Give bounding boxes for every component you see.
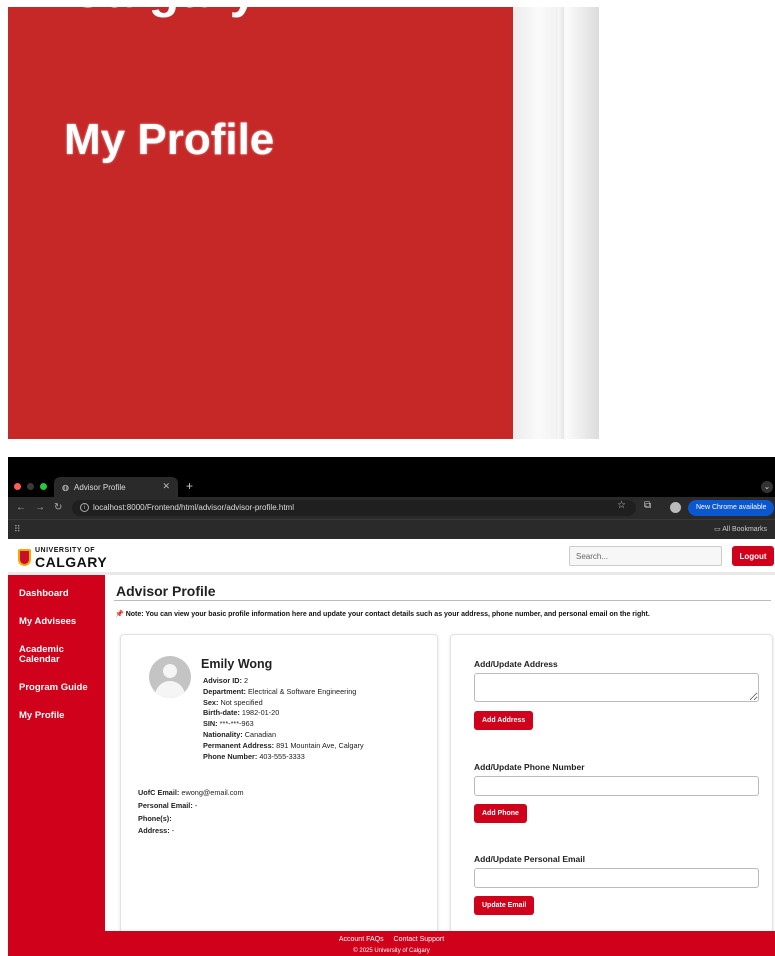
tab-search-icon[interactable]: ⌄	[761, 481, 773, 493]
bookmark-star-icon[interactable]: ☆	[617, 500, 626, 511]
zoomed-page-edge-shadow	[558, 7, 564, 439]
contact-support-link[interactable]: Contact Support	[394, 936, 445, 943]
profile-details: Advisor ID: 2 Department: Electrical & S…	[203, 676, 364, 762]
profile-avatar-icon[interactable]	[670, 502, 681, 513]
address-label: Add/Update Address	[474, 659, 558, 669]
sidebar-item-academic-calendar[interactable]: Academic Calendar	[8, 645, 78, 665]
globe-icon: ◍	[62, 482, 69, 492]
note-text: Note: You can view your basic profile in…	[125, 611, 650, 618]
new-tab-icon[interactable]: +	[186, 479, 193, 493]
site-header: UNIVERSITY OF CALGARY Logout	[8, 539, 775, 575]
folder-icon: ▭	[714, 526, 721, 533]
university-logo[interactable]: UNIVERSITY OF CALGARY	[18, 546, 107, 569]
contact-personal-email: Personal Email: -	[138, 800, 198, 810]
sidebar: Dashboard My Advisees Academic Calendar …	[8, 575, 105, 931]
logo-big-text: CALGARY	[35, 554, 108, 570]
back-icon[interactable]: ←	[16, 502, 26, 513]
zoomed-my-profile-title: My Profile	[64, 115, 275, 164]
address-textarea[interactable]	[474, 673, 759, 702]
add-address-button[interactable]: Add Address	[474, 711, 534, 730]
tab-bar: ◍ Advisor Profile ✕ + ⌄	[8, 457, 775, 497]
zoomed-partial-heading: Calgary	[68, 7, 258, 19]
zoomed-page-edge	[513, 7, 599, 439]
page-title: Advisor Profile	[114, 583, 771, 601]
detail-permanent-address: Permanent Address: 891 Mountain Ave, Cal…	[203, 740, 364, 750]
contact-details: UofC Email: ewong@email.com Personal Ema…	[138, 787, 244, 838]
url-text: localhost:8000/Frontend/html/advisor/adv…	[93, 503, 294, 512]
email-label: Add/Update Personal Email	[474, 854, 585, 864]
close-window-button[interactable]	[14, 483, 21, 490]
detail-advisor-id: Advisor ID: 2	[203, 676, 249, 685]
site-footer: Account FAQs Contact Support © 2025 Univ…	[8, 931, 775, 956]
advisor-name: Emily Wong	[201, 657, 273, 671]
extensions-icon[interactable]: ⧉	[644, 500, 651, 511]
update-email-button[interactable]: Update Email	[474, 896, 535, 915]
all-bookmarks-label: All Bookmarks	[722, 526, 767, 533]
phone-input[interactable]	[474, 776, 759, 796]
apps-grid-icon[interactable]: ⠿	[14, 524, 21, 535]
account-faqs-link[interactable]: Account FAQs	[339, 936, 384, 943]
tab-advisor-profile[interactable]: ◍ Advisor Profile ✕	[54, 477, 178, 497]
new-chrome-available-button[interactable]: New Chrome available	[688, 500, 775, 516]
site-info-icon[interactable]: i	[80, 503, 89, 513]
bookmarks-bar: ⠿ ▭ All Bookmarks	[8, 519, 775, 539]
detail-phone-number: Phone Number: 403-555-3333	[203, 751, 305, 761]
personal-email-input[interactable]	[474, 868, 759, 888]
sidebar-item-my-profile[interactable]: My Profile	[8, 711, 105, 721]
forward-icon[interactable]: →	[35, 502, 45, 513]
search-input[interactable]	[569, 546, 722, 566]
sidebar-item-dashboard[interactable]: Dashboard	[8, 589, 105, 599]
phone-label: Add/Update Phone Number	[474, 762, 585, 772]
detail-sex: Sex: Not specified	[203, 697, 263, 707]
contact-address: Address: -	[138, 826, 175, 836]
crest-icon	[18, 549, 31, 566]
detail-department: Department: Electrical & Software Engine…	[203, 686, 357, 696]
contact-phones: Phone(s):	[138, 813, 172, 823]
detail-birth-date: Birth-date: 1982-01-20	[203, 708, 280, 718]
zoomed-sidebar-panel: Calgary My Profile	[8, 7, 513, 439]
zoomed-preview: Calgary My Profile	[8, 7, 604, 439]
reload-icon[interactable]: ↻	[54, 502, 62, 513]
pin-icon: 📌	[115, 611, 124, 618]
url-field[interactable]: i localhost:8000/Frontend/html/advisor/ad…	[72, 500, 636, 516]
copyright-text: © 2025 University of Calgary	[353, 948, 430, 954]
detail-sin: SIN: ***-***-963	[203, 719, 254, 729]
avatar	[149, 656, 191, 698]
profile-note: 📌 Note: You can view your basic profile i…	[114, 610, 775, 618]
profile-info-card: Emily Wong Advisor ID: 2 Department: Ele…	[120, 634, 438, 934]
sidebar-item-my-advisees[interactable]: My Advisees	[8, 617, 105, 627]
browser-window: ◍ Advisor Profile ✕ + ⌄ ← → ↻ i localhost…	[8, 457, 775, 956]
all-bookmarks-button[interactable]: ▭ All Bookmarks	[714, 525, 767, 533]
close-tab-icon[interactable]: ✕	[162, 481, 170, 492]
sidebar-item-program-guide[interactable]: Program Guide	[8, 683, 105, 693]
contact-uofc-email: UofC Email: ewong@email.com	[138, 788, 244, 797]
tab-title: Advisor Profile	[73, 482, 126, 492]
minimize-window-button[interactable]	[27, 483, 34, 490]
main-content: Advisor Profile 📌 Note: You can view your…	[114, 583, 775, 934]
address-bar: ← → ↻ i localhost:8000/Frontend/html/advi…	[8, 497, 775, 519]
maximize-window-button[interactable]	[40, 483, 47, 490]
update-contact-card: Add/Update Address Add Address Add/Updat…	[450, 634, 773, 934]
detail-nationality: Nationality: Canadian	[203, 729, 277, 739]
logout-button[interactable]: Logout	[732, 546, 774, 566]
window-controls	[14, 483, 47, 490]
add-phone-button[interactable]: Add Phone	[474, 804, 527, 823]
